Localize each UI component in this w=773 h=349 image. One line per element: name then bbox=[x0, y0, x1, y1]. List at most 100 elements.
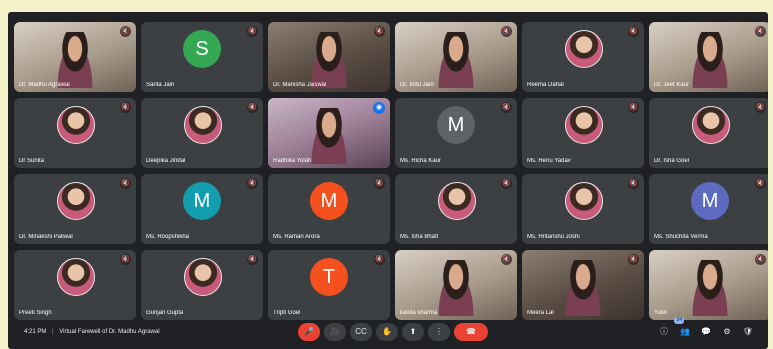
participant-name: Ms. Richa Kaur bbox=[400, 158, 442, 164]
mic-muted-icon: 🔇 bbox=[120, 26, 131, 37]
mic-muted-icon: 🔇 bbox=[628, 178, 639, 189]
participant-tile[interactable]: T 🔇 Tripti Goel bbox=[268, 250, 390, 320]
participant-tile[interactable]: 🔇 Deepika Jindal bbox=[141, 98, 263, 168]
participant-video bbox=[688, 260, 732, 316]
participant-name: Ms. Shuchita Verma bbox=[654, 234, 708, 240]
activities-button[interactable]: ⚙ bbox=[719, 324, 735, 340]
participant-video bbox=[53, 32, 97, 88]
participant-tile[interactable]: M 🔇 Ms. Shuchita Verma bbox=[649, 174, 768, 244]
participant-tile[interactable]: 🔇 Dr. Minakshi Paliwal bbox=[14, 174, 136, 244]
people-count-badge: 24 bbox=[674, 317, 684, 324]
participant-name: Dr. Jeet Kaur bbox=[654, 82, 690, 88]
meet-window: 🔇 Dr. Madhu Agrawal S 🔇 Sarita Jain 🔇 Dr. Mani… bbox=[8, 12, 768, 349]
mic-muted-icon: 🔇 bbox=[628, 102, 639, 113]
participant-tile[interactable]: 🔇 Preeti Singh bbox=[14, 250, 136, 320]
avatar: M bbox=[310, 182, 348, 220]
participant-tile[interactable]: 🔇 kavita sharma bbox=[395, 250, 517, 320]
call-controls: 🎤 🎥 CC ✋ ⬆ ⋮ ☎ bbox=[298, 323, 488, 341]
participant-tile[interactable]: M 🔇 Ms. Raman Arora bbox=[268, 174, 390, 244]
mic-muted-icon: 🔇 bbox=[120, 102, 131, 113]
avatar bbox=[565, 30, 603, 68]
meeting-separator: | bbox=[52, 329, 54, 335]
participant-tile[interactable]: 🔇 Dr. Madhu Agrawal bbox=[14, 22, 136, 92]
avatar bbox=[565, 182, 603, 220]
mic-muted-icon: 🔇 bbox=[501, 102, 512, 113]
people-button[interactable]: 👥 bbox=[677, 324, 693, 340]
participant-tile[interactable]: 🔇 Dr Sunita bbox=[14, 98, 136, 168]
mic-muted-icon: 🔇 bbox=[501, 254, 512, 265]
participant-tile[interactable]: 🔇 Dr. Manisha Jaiswal bbox=[268, 22, 390, 92]
mic-muted-icon: 🔇 bbox=[755, 254, 766, 265]
mic-muted-icon: 🔇 bbox=[501, 26, 512, 37]
participant-tile[interactable]: 🔇 Dr. Isha Goel bbox=[649, 98, 768, 168]
participant-name: Tripti Goel bbox=[273, 310, 301, 316]
speaking-indicator-icon: ◉ bbox=[373, 102, 385, 114]
participant-name: Radhika Yolah bbox=[273, 158, 312, 164]
participant-tile[interactable]: 🔇 Gunjan Gupta bbox=[141, 250, 263, 320]
mic-muted-icon: 🔇 bbox=[501, 178, 512, 189]
host-controls-button[interactable]: 🛡 bbox=[740, 324, 756, 340]
bottom-bar: 4:21 PM | Virtual Farewell of Dr. Madhu … bbox=[8, 317, 768, 349]
participant-name: Ms. Raman Arora bbox=[273, 234, 320, 240]
avatar bbox=[692, 106, 730, 144]
participant-name: Ms. Roopshikha bbox=[146, 234, 190, 240]
participant-name: Dr. Madhu Agrawal bbox=[19, 82, 70, 88]
participant-name: Dr. Isha Goel bbox=[654, 158, 690, 164]
participant-tile[interactable]: 🔇 Dr. Indu Jain bbox=[395, 22, 517, 92]
participant-tile[interactable]: 🔇 Reema Dahal bbox=[522, 22, 644, 92]
mic-muted-icon: 🔇 bbox=[755, 26, 766, 37]
participant-name: Dr Sunita bbox=[19, 158, 45, 164]
avatar: M bbox=[691, 182, 729, 220]
mic-muted-icon: 🔇 bbox=[247, 254, 258, 265]
mic-muted-icon: 🔇 bbox=[755, 178, 766, 189]
participant-tile[interactable]: 🔇 Yukti bbox=[649, 250, 768, 320]
participant-tile[interactable]: M 🔇 Ms. Roopshikha bbox=[141, 174, 263, 244]
mic-toggle-button[interactable]: 🎤 bbox=[298, 323, 320, 341]
avatar: T bbox=[310, 258, 348, 296]
meeting-title: Virtual Farewell of Dr. Madhu Agrawal bbox=[59, 329, 160, 335]
participant-name: Dr. Manisha Jaiswal bbox=[273, 82, 327, 88]
more-options-button[interactable]: ⋮ bbox=[428, 323, 450, 341]
participant-tile[interactable]: 🔇 Ms. Isha Bhatt bbox=[395, 174, 517, 244]
participant-video bbox=[561, 260, 605, 316]
mic-muted-icon: 🔇 bbox=[628, 26, 639, 37]
participant-grid: 🔇 Dr. Madhu Agrawal S 🔇 Sarita Jain 🔇 Dr. Mani… bbox=[14, 22, 768, 320]
mic-muted-icon: 🔇 bbox=[247, 178, 258, 189]
participant-name: Dr. Minakshi Paliwal bbox=[19, 234, 73, 240]
participant-tile[interactable]: 🔇 Ms. Hritanshu Joshi bbox=[522, 174, 644, 244]
mic-muted-icon: 🔇 bbox=[120, 254, 131, 265]
mic-muted-icon: 🔇 bbox=[247, 26, 258, 37]
mic-muted-icon: 🔇 bbox=[628, 254, 639, 265]
info-button[interactable]: ⓘ bbox=[656, 324, 672, 340]
avatar bbox=[438, 182, 476, 220]
chat-button[interactable]: 💬 bbox=[698, 324, 714, 340]
participant-tile[interactable]: 🔇 Ms. Renu Yadav bbox=[522, 98, 644, 168]
participant-name: Ms. Isha Bhatt bbox=[400, 234, 439, 240]
camera-toggle-button[interactable]: 🎥 bbox=[324, 323, 346, 341]
participant-tile[interactable]: M 🔇 Ms. Richa Kaur bbox=[395, 98, 517, 168]
mic-muted-icon: 🔇 bbox=[120, 178, 131, 189]
avatar bbox=[57, 258, 95, 296]
avatar: M bbox=[437, 106, 475, 144]
participant-tile[interactable]: ◉ Radhika Yolah bbox=[268, 98, 390, 168]
participant-tile[interactable]: S 🔇 Sarita Jain bbox=[141, 22, 263, 92]
captions-button[interactable]: CC bbox=[350, 323, 372, 341]
avatar: S bbox=[183, 30, 221, 68]
mic-muted-icon: 🔇 bbox=[247, 102, 258, 113]
raise-hand-button[interactable]: ✋ bbox=[376, 323, 398, 341]
participant-name: Preeti Singh bbox=[19, 310, 52, 316]
meeting-time: 4:21 PM bbox=[24, 329, 47, 335]
participant-name: Gunjan Gupta bbox=[146, 310, 184, 316]
participant-video bbox=[434, 32, 478, 88]
participant-name: Sarita Jain bbox=[146, 82, 175, 88]
participant-tile[interactable]: 🔇 Dr. Jeet Kaur bbox=[649, 22, 768, 92]
avatar bbox=[565, 106, 603, 144]
avatar bbox=[57, 106, 95, 144]
participant-name: Meera Lal bbox=[527, 310, 554, 316]
present-button[interactable]: ⬆ bbox=[402, 323, 424, 341]
participant-tile[interactable]: 🔇 Meera Lal bbox=[522, 250, 644, 320]
mic-muted-icon: 🔇 bbox=[374, 178, 385, 189]
participant-name: Deepika Jindal bbox=[146, 158, 186, 164]
participant-video bbox=[688, 32, 732, 88]
end-call-button[interactable]: ☎ bbox=[454, 323, 488, 341]
